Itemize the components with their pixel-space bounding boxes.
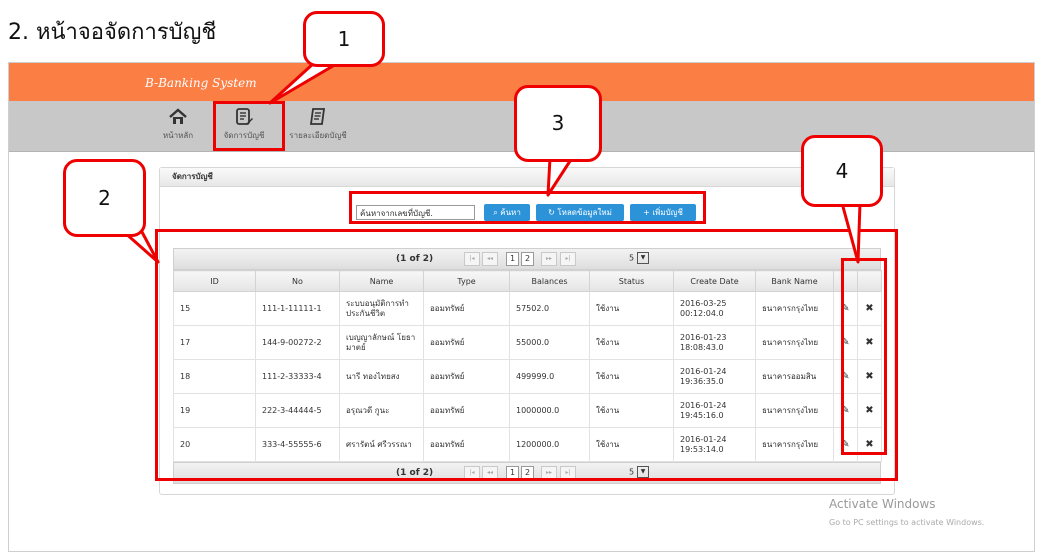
- callout-3: 3: [514, 85, 602, 162]
- callout-1: 1: [303, 11, 385, 67]
- watermark-title: Activate Windows: [829, 497, 936, 511]
- watermark-subtitle: Go to PC settings to activate Windows.: [829, 518, 985, 527]
- callout-2: 2: [63, 159, 146, 237]
- callout-4: 4: [801, 135, 883, 207]
- callout-pointers: [122, 61, 862, 264]
